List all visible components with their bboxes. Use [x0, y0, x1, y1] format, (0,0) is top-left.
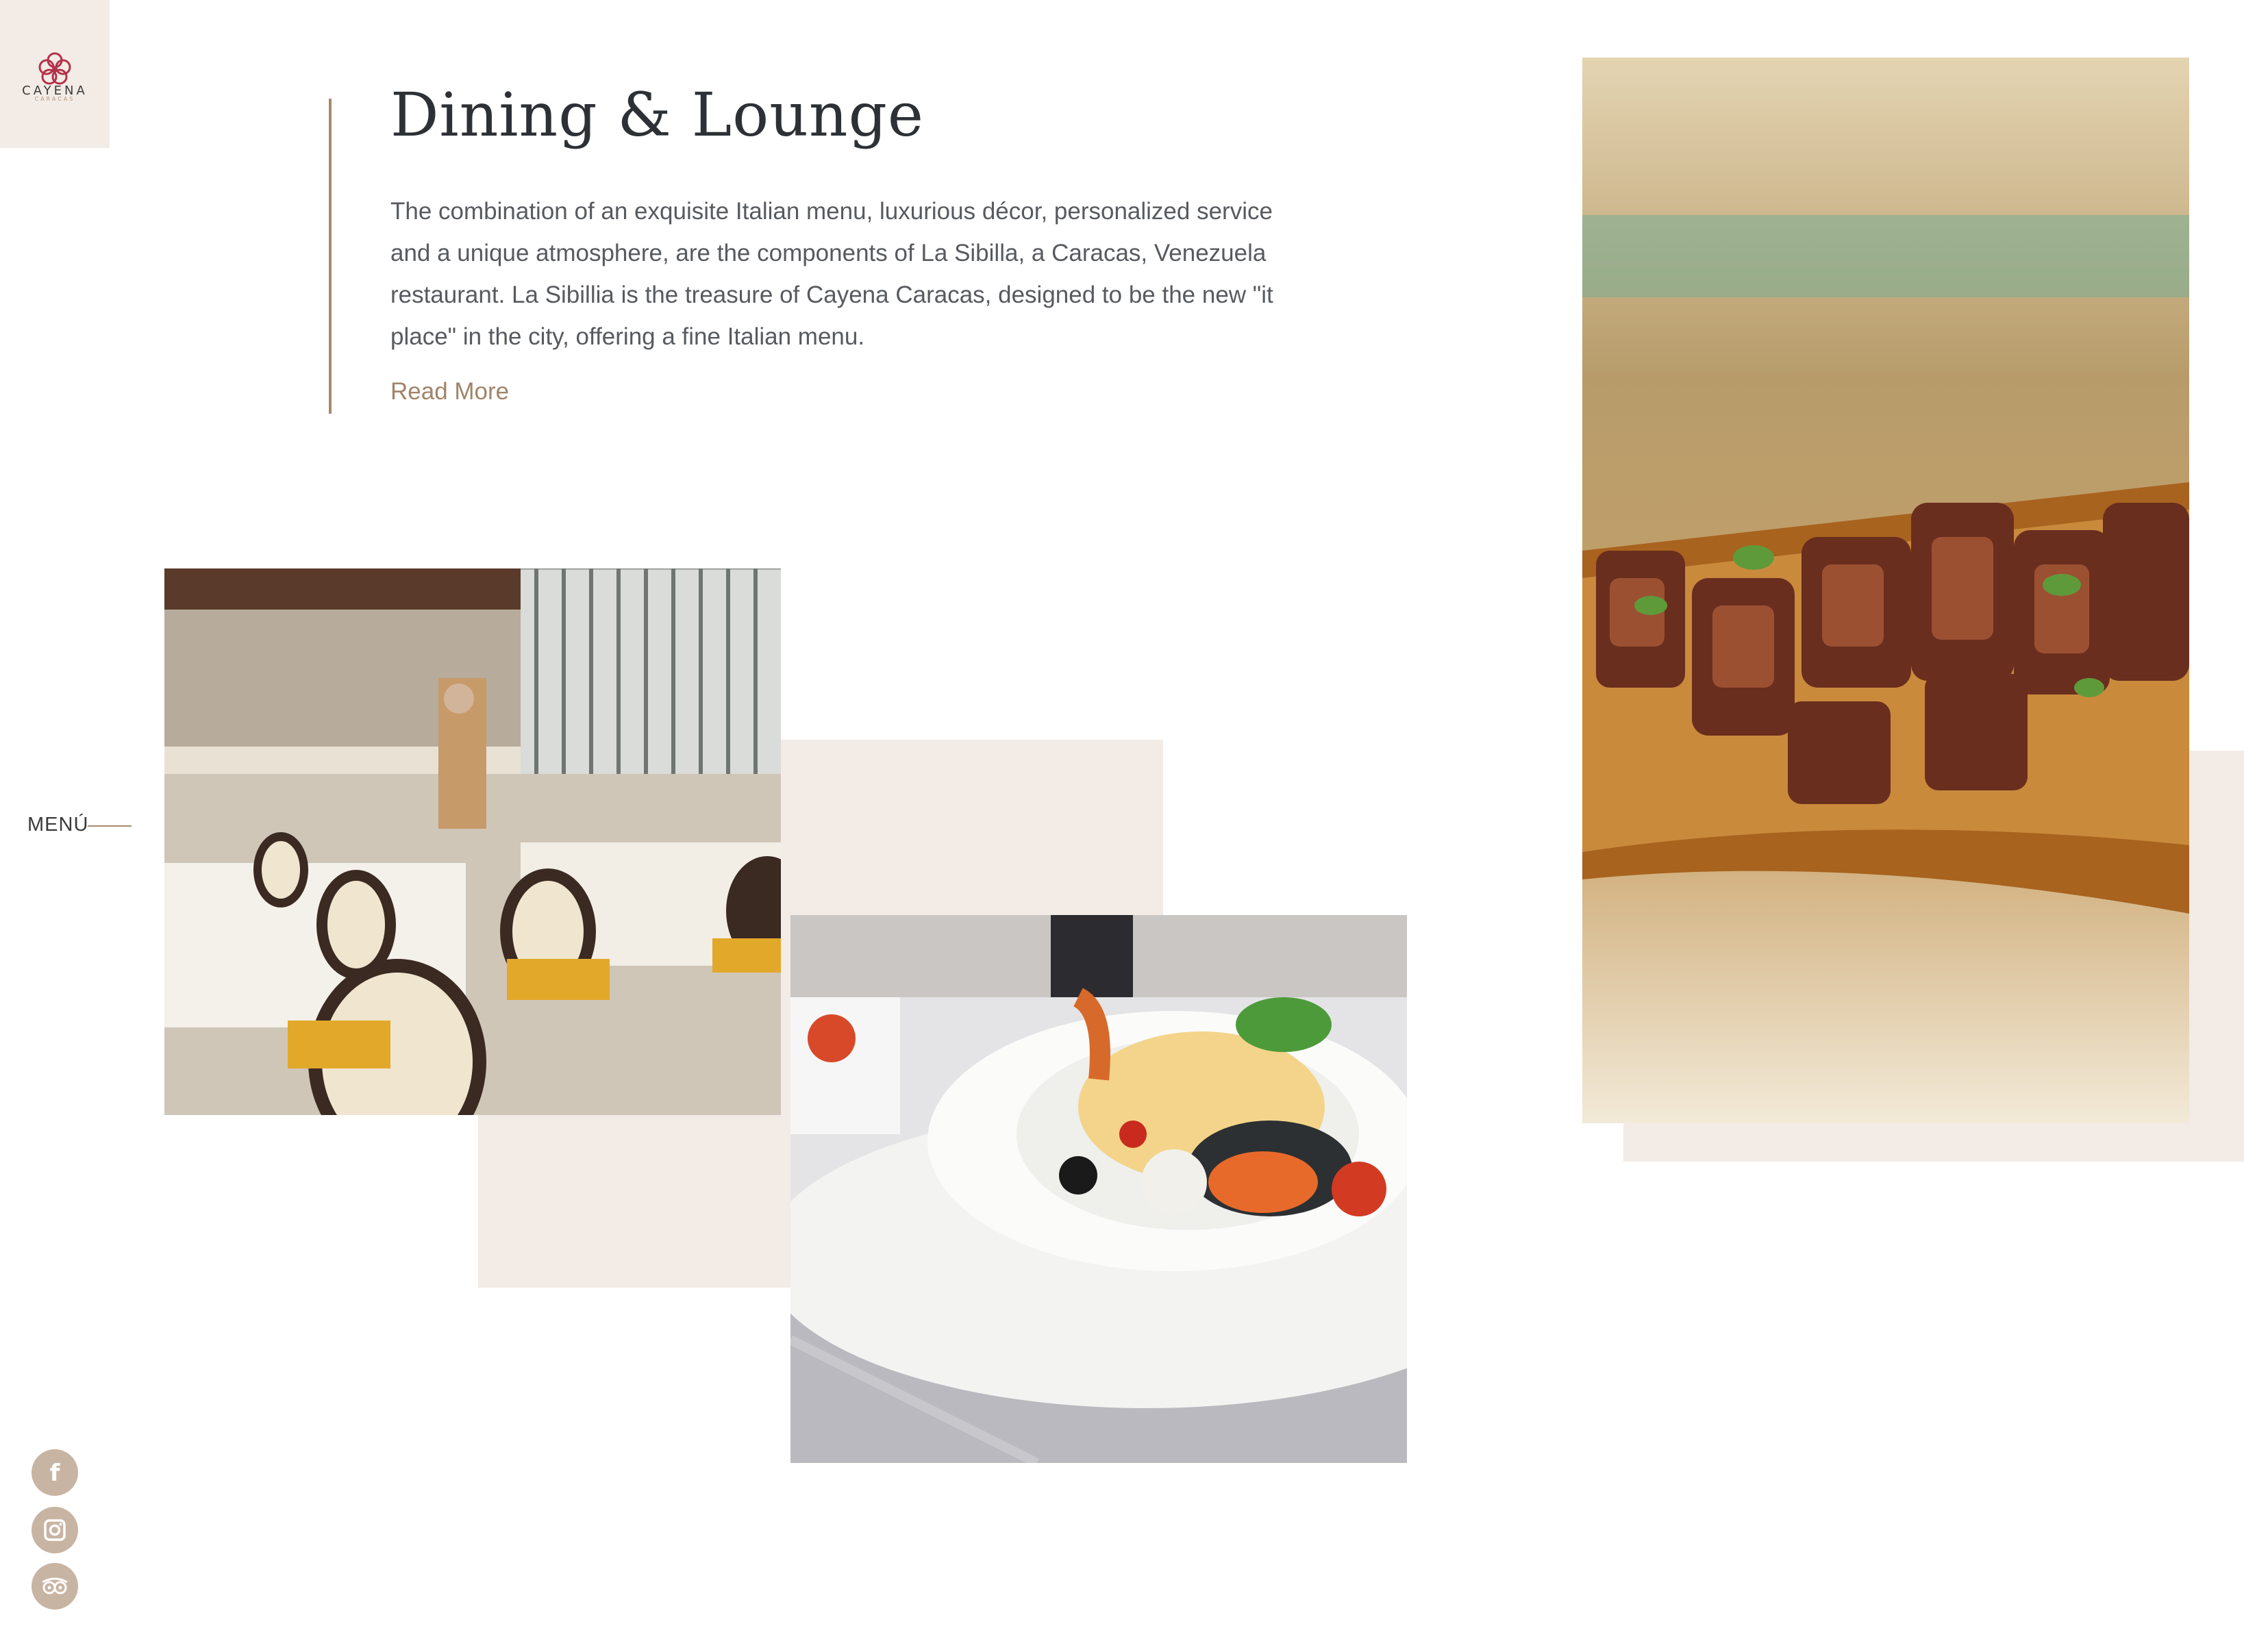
menu-line	[88, 825, 132, 827]
cayena-flower-logo-icon[interactable]	[34, 48, 75, 89]
svg-text:f: f	[50, 1460, 61, 1487]
menu-toggle[interactable]: MENÚ	[27, 814, 88, 836]
facebook-icon[interactable]: f	[32, 1449, 78, 1496]
instagram-icon[interactable]	[32, 1507, 78, 1553]
accent-divider	[329, 99, 332, 414]
dining-room-photo	[164, 568, 781, 1115]
brand-subtitle: CARACAS	[34, 96, 75, 102]
grilled-steak-photo	[1582, 58, 2189, 1123]
read-more-link[interactable]: Read More	[390, 378, 509, 405]
tripadvisor-icon[interactable]	[32, 1563, 78, 1610]
seafood-pasta-photo	[790, 915, 1407, 1463]
page-title: Dining & Lounge	[390, 79, 924, 150]
section-description: The combination of an exquisite Italian …	[390, 198, 1273, 350]
